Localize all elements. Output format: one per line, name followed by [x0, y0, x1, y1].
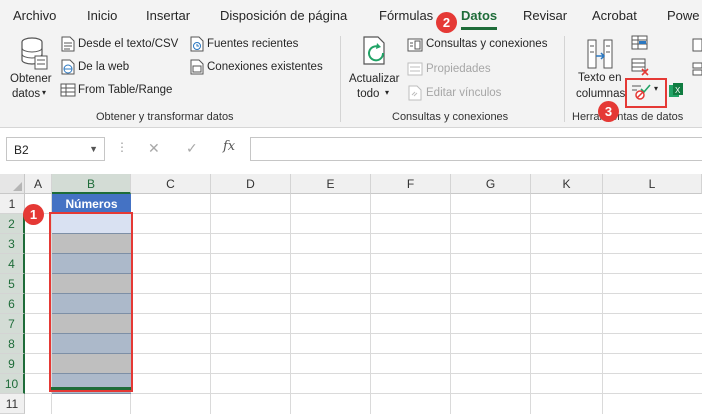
properties-icon — [407, 62, 423, 76]
chevron-down-icon: ▾ — [42, 88, 47, 97]
row-header-7[interactable]: 7 — [0, 314, 25, 334]
gridline — [210, 194, 211, 414]
column-header-k[interactable]: K — [531, 174, 603, 194]
highlight-range-b2-b10 — [49, 212, 133, 392]
tab-disposicion-de-pagina[interactable]: Disposición de página — [220, 8, 347, 23]
tab-power[interactable]: Powe — [667, 8, 700, 23]
tab-acrobat[interactable]: Acrobat — [592, 8, 637, 23]
group-title-obtener: Obtener y transformar datos — [96, 111, 234, 123]
row-header-9[interactable]: 9 — [0, 354, 25, 374]
what-if-analysis-icon[interactable] — [692, 38, 702, 52]
web-icon — [61, 59, 75, 75]
column-header-g[interactable]: G — [451, 174, 531, 194]
highlight-data-validation — [625, 78, 667, 108]
row-header-2[interactable]: 2 — [0, 214, 25, 234]
gridline — [530, 194, 531, 414]
tab-datos[interactable]: Datos — [461, 8, 497, 23]
recent-sources-icon — [190, 36, 204, 52]
gridline — [290, 194, 291, 414]
de-la-web-label: De la web — [78, 61, 130, 73]
gridline — [450, 194, 451, 414]
relationships-icon[interactable] — [692, 62, 702, 76]
gridline — [370, 194, 371, 414]
actualizar-label-1: Actualizar — [349, 73, 400, 85]
svg-text:X: X — [675, 86, 681, 95]
row-header-1[interactable]: 1 — [0, 194, 25, 214]
ribbon-tabs: Archivo Inicio Insertar Disposición de p… — [0, 0, 702, 30]
row-header-11[interactable]: 11 — [0, 394, 25, 414]
consolidate-icon[interactable]: X — [668, 82, 684, 98]
text-to-columns-icon — [587, 39, 613, 69]
tab-revisar[interactable]: Revisar — [523, 8, 567, 23]
row-header-4[interactable]: 4 — [0, 254, 25, 274]
column-header-a[interactable]: A — [25, 174, 52, 194]
step-badge-1: 1 — [23, 204, 44, 225]
edit-links-icon — [408, 85, 422, 101]
name-box[interactable]: B2 ▼ — [6, 137, 105, 161]
obtener-datos-label-1: Obtener — [10, 73, 52, 85]
gridline — [602, 194, 603, 414]
tab-inicio[interactable]: Inicio — [87, 8, 117, 23]
obtener-datos-label-2: datos — [12, 88, 41, 100]
conexiones-existentes-label: Conexiones existentes — [207, 61, 323, 73]
column-header-b[interactable]: B — [52, 174, 131, 194]
texto-en-label-2: columnas — [576, 88, 626, 100]
select-all-button[interactable] — [0, 174, 25, 194]
name-box-value: B2 — [14, 143, 29, 157]
remove-duplicates-icon[interactable] — [631, 58, 649, 76]
fuentes-recientes-label: Fuentes recientes — [207, 38, 299, 50]
row-header-8[interactable]: 8 — [0, 334, 25, 354]
queries-connections-icon — [407, 38, 423, 52]
step-badge-2: 2 — [436, 12, 457, 33]
desde-texto-csv-label: Desde el texto/CSV — [78, 38, 179, 50]
step-badge-3: 3 — [598, 101, 619, 122]
column-header-f[interactable]: F — [371, 174, 451, 194]
group-separator — [340, 36, 341, 122]
refresh-icon — [363, 36, 385, 65]
row-header-3[interactable]: 3 — [0, 234, 25, 254]
enter-icon[interactable]: ✓ — [186, 140, 198, 157]
propiedades-label: Propiedades — [426, 63, 491, 75]
actualizar-label-2: todo — [357, 88, 380, 100]
group-title-consultas: Consultas y conexiones — [392, 111, 509, 123]
tab-insertar[interactable]: Insertar — [146, 8, 190, 23]
database-icon — [21, 37, 48, 70]
text-file-icon — [61, 36, 75, 52]
select-all-triangle-icon — [13, 182, 22, 191]
chevron-down-icon: ▾ — [385, 88, 390, 97]
insert-function-icon[interactable]: fx — [223, 139, 235, 154]
editar-vinculos-label: Editar vínculos — [426, 87, 502, 99]
texto-en-label-1: Texto en — [578, 72, 622, 84]
cancel-icon[interactable]: ✕ — [148, 140, 160, 157]
tab-formulas[interactable]: Fórmulas — [379, 8, 433, 23]
more-icon: ⋮ — [116, 140, 128, 154]
column-header-d[interactable]: D — [211, 174, 291, 194]
flash-fill-icon[interactable] — [631, 35, 649, 51]
row-header-6[interactable]: 6 — [0, 294, 25, 314]
column-header-c[interactable]: C — [131, 174, 211, 194]
column-header-l[interactable]: L — [603, 174, 702, 194]
cell-b1-header[interactable]: Números — [52, 194, 131, 214]
table-icon — [60, 83, 76, 97]
existing-connections-icon — [190, 59, 204, 75]
ribbon: Obtener datos ▾ Desde el texto/CSV De la… — [0, 30, 702, 128]
formula-bar: B2 ▼ ⋮ ✕ ✓ fx — [0, 128, 702, 174]
column-header-e[interactable]: E — [291, 174, 371, 194]
group-separator — [564, 36, 565, 122]
group-title-herramientas: Herramientas de datos — [572, 111, 684, 123]
from-table-range-label: From Table/Range — [78, 84, 173, 96]
formula-input[interactable] — [250, 137, 702, 161]
row-header-5[interactable]: 5 — [0, 274, 25, 294]
consultas-label: Consultas y conexiones — [426, 38, 548, 50]
row-header-10[interactable]: 10 — [0, 374, 25, 394]
tab-archivo[interactable]: Archivo — [13, 8, 56, 23]
chevron-down-icon: ▼ — [89, 144, 98, 154]
